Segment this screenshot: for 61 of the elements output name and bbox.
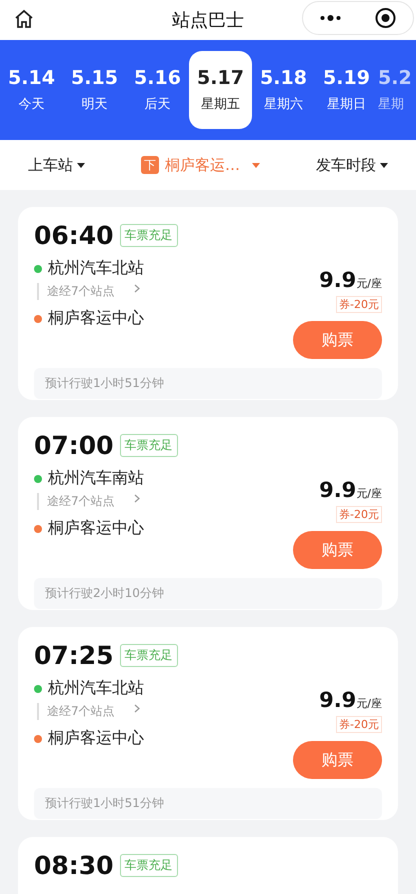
trip-card[interactable]: 07:00 车票充足 杭州汽车南站 途经7个站点 桐庐客运中心 9.9元/座 券-20元 购票 预计行驶2小时10分钟	[18, 417, 398, 610]
via-stops-link[interactable]: 途经7个站点	[37, 703, 144, 720]
status-tag: 车票充足	[120, 644, 178, 667]
buy-ticket-button[interactable]: 购票	[293, 531, 382, 569]
caret-icon	[252, 162, 260, 168]
origin-dot	[34, 264, 42, 272]
filter-dropdown[interactable]: 上车站	[28, 156, 85, 174]
trip-card[interactable]: 07:25 车票充足 杭州汽车北站 途经7个站点 桐庐客运中心 9.9元/座 券-20元 购票 预计行驶1小时51分钟	[18, 627, 398, 820]
drop-off-badge: 下	[141, 156, 159, 174]
destination-station: 桐庐客运中心	[48, 728, 144, 749]
coupon-tag: 券-20元	[336, 506, 382, 523]
home-icon[interactable]	[13, 8, 35, 30]
origin-dot	[34, 474, 42, 482]
destination-dot	[34, 734, 42, 742]
date-tab[interactable]: 5.16 后天	[126, 51, 189, 129]
destination-dot	[34, 524, 42, 532]
filter-dropdown[interactable]: 发车时段	[316, 156, 388, 174]
duration-note: 预计行驶2小时10分钟	[34, 578, 382, 609]
page-title: 站点巴士	[172, 9, 244, 32]
origin-station: 杭州汽车南站	[48, 468, 144, 489]
date-tab[interactable]: 5.19 星期日	[315, 51, 378, 129]
caret-icon	[380, 162, 388, 168]
price-unit: 元/座	[356, 486, 382, 501]
status-tag: 车票充足	[120, 854, 178, 877]
price: 9.9	[319, 268, 356, 292]
date-tab[interactable]: 5.17 星期五	[189, 51, 252, 129]
coupon-tag: 券-20元	[336, 296, 382, 313]
coupon-tag: 券-20元	[336, 716, 382, 733]
via-stops-link[interactable]: 途经7个站点	[37, 493, 144, 510]
destination-station: 桐庐客运中心	[48, 308, 144, 329]
destination-station: 桐庐客运中心	[48, 518, 144, 539]
destination-dot	[34, 314, 42, 322]
price-unit: 元/座	[356, 276, 382, 291]
date-tab[interactable]: 5.14 今天	[0, 51, 63, 129]
duration-note: 预计行驶1小时51分钟	[34, 788, 382, 819]
chevron-right-icon	[134, 284, 140, 293]
departure-time: 07:00	[34, 431, 114, 460]
trip-card[interactable]: 06:40 车票充足 杭州汽车北站 途经7个站点 桐庐客运中心 9.9元/座 券-20元 购票 预计行驶1小时51分钟	[18, 207, 398, 400]
chevron-right-icon	[134, 494, 140, 503]
status-tag: 车票充足	[120, 224, 178, 247]
date-tab[interactable]: 5.2 星期	[378, 51, 412, 129]
filter-dropdown[interactable]: 下 桐庐客运…	[141, 156, 260, 174]
price: 9.9	[319, 688, 356, 712]
chevron-right-icon	[134, 704, 140, 713]
departure-time: 08:30	[34, 851, 114, 880]
date-tab[interactable]: 5.15 明天	[63, 51, 126, 129]
price-unit: 元/座	[356, 696, 382, 711]
departure-time: 07:25	[34, 641, 114, 670]
departure-time: 06:40	[34, 221, 114, 250]
status-tag: 车票充足	[120, 434, 178, 457]
via-stops-link[interactable]: 途经7个站点	[37, 283, 144, 300]
date-tab[interactable]: 5.18 星期六	[252, 51, 315, 129]
origin-dot	[34, 684, 42, 692]
caret-icon	[77, 162, 85, 168]
price: 9.9	[319, 478, 356, 502]
buy-ticket-button[interactable]: 购票	[293, 321, 382, 359]
origin-station: 杭州汽车北站	[48, 678, 144, 699]
duration-note: 预计行驶1小时51分钟	[34, 368, 382, 399]
trip-card[interactable]: 08:30 车票充足	[18, 837, 398, 894]
buy-ticket-button[interactable]: 购票	[293, 741, 382, 779]
origin-station: 杭州汽车北站	[48, 258, 144, 279]
